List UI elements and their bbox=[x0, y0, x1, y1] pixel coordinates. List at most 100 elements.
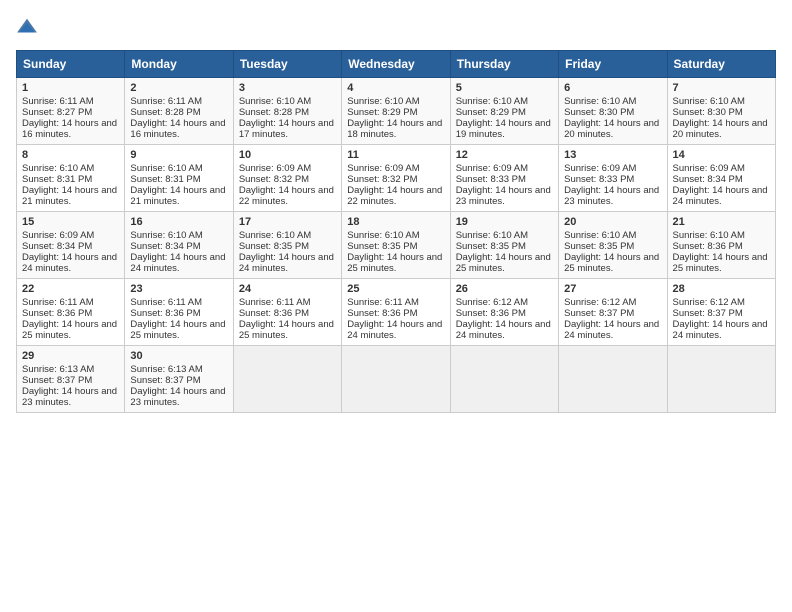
sunset: Sunset: 8:30 PM bbox=[564, 107, 634, 118]
daylight: Daylight: 14 hours and 24 minutes. bbox=[673, 185, 768, 207]
calendar-cell: 22 Sunrise: 6:11 AM Sunset: 8:36 PM Dayl… bbox=[17, 279, 125, 346]
sunset: Sunset: 8:36 PM bbox=[130, 308, 200, 319]
calendar-cell: 19 Sunrise: 6:10 AM Sunset: 8:35 PM Dayl… bbox=[450, 212, 558, 279]
sunset: Sunset: 8:32 PM bbox=[347, 174, 417, 185]
sunrise: Sunrise: 6:09 AM bbox=[456, 163, 528, 174]
calendar-cell bbox=[559, 346, 667, 413]
day-number: 18 bbox=[347, 216, 444, 228]
daylight: Daylight: 14 hours and 18 minutes. bbox=[347, 118, 442, 140]
calendar-cell: 26 Sunrise: 6:12 AM Sunset: 8:36 PM Dayl… bbox=[450, 279, 558, 346]
sunrise: Sunrise: 6:10 AM bbox=[673, 230, 745, 241]
daylight: Daylight: 14 hours and 24 minutes. bbox=[22, 252, 117, 274]
daylight: Daylight: 14 hours and 25 minutes. bbox=[347, 252, 442, 274]
daylight: Daylight: 14 hours and 23 minutes. bbox=[456, 185, 551, 207]
calendar-header-row: SundayMondayTuesdayWednesdayThursdayFrid… bbox=[17, 51, 776, 78]
calendar-cell: 16 Sunrise: 6:10 AM Sunset: 8:34 PM Dayl… bbox=[125, 212, 233, 279]
day-number: 25 bbox=[347, 283, 444, 295]
day-header-friday: Friday bbox=[559, 51, 667, 78]
sunrise: Sunrise: 6:11 AM bbox=[130, 297, 202, 308]
sunset: Sunset: 8:31 PM bbox=[130, 174, 200, 185]
day-number: 3 bbox=[239, 82, 336, 94]
sunrise: Sunrise: 6:10 AM bbox=[347, 96, 419, 107]
calendar-cell: 10 Sunrise: 6:09 AM Sunset: 8:32 PM Dayl… bbox=[233, 145, 341, 212]
day-header-saturday: Saturday bbox=[667, 51, 775, 78]
day-number: 15 bbox=[22, 216, 119, 228]
week-row-2: 8 Sunrise: 6:10 AM Sunset: 8:31 PM Dayli… bbox=[17, 145, 776, 212]
sunset: Sunset: 8:35 PM bbox=[564, 241, 634, 252]
day-number: 10 bbox=[239, 149, 336, 161]
calendar-cell: 4 Sunrise: 6:10 AM Sunset: 8:29 PM Dayli… bbox=[342, 78, 450, 145]
sunset: Sunset: 8:32 PM bbox=[239, 174, 309, 185]
week-row-4: 22 Sunrise: 6:11 AM Sunset: 8:36 PM Dayl… bbox=[17, 279, 776, 346]
calendar-cell: 11 Sunrise: 6:09 AM Sunset: 8:32 PM Dayl… bbox=[342, 145, 450, 212]
daylight: Daylight: 14 hours and 22 minutes. bbox=[347, 185, 442, 207]
sunset: Sunset: 8:34 PM bbox=[673, 174, 743, 185]
sunset: Sunset: 8:37 PM bbox=[22, 375, 92, 386]
sunset: Sunset: 8:36 PM bbox=[22, 308, 92, 319]
sunrise: Sunrise: 6:10 AM bbox=[564, 230, 636, 241]
sunset: Sunset: 8:30 PM bbox=[673, 107, 743, 118]
day-number: 17 bbox=[239, 216, 336, 228]
daylight: Daylight: 14 hours and 21 minutes. bbox=[130, 185, 225, 207]
sunset: Sunset: 8:33 PM bbox=[456, 174, 526, 185]
day-number: 1 bbox=[22, 82, 119, 94]
sunset: Sunset: 8:29 PM bbox=[347, 107, 417, 118]
calendar-cell: 14 Sunrise: 6:09 AM Sunset: 8:34 PM Dayl… bbox=[667, 145, 775, 212]
logo-icon bbox=[16, 16, 38, 38]
day-header-sunday: Sunday bbox=[17, 51, 125, 78]
sunset: Sunset: 8:35 PM bbox=[239, 241, 309, 252]
sunrise: Sunrise: 6:12 AM bbox=[673, 297, 745, 308]
sunset: Sunset: 8:36 PM bbox=[347, 308, 417, 319]
day-number: 24 bbox=[239, 283, 336, 295]
sunrise: Sunrise: 6:09 AM bbox=[239, 163, 311, 174]
calendar-cell: 1 Sunrise: 6:11 AM Sunset: 8:27 PM Dayli… bbox=[17, 78, 125, 145]
sunrise: Sunrise: 6:10 AM bbox=[22, 163, 94, 174]
calendar-cell: 18 Sunrise: 6:10 AM Sunset: 8:35 PM Dayl… bbox=[342, 212, 450, 279]
sunset: Sunset: 8:34 PM bbox=[130, 241, 200, 252]
daylight: Daylight: 14 hours and 16 minutes. bbox=[130, 118, 225, 140]
calendar-cell: 17 Sunrise: 6:10 AM Sunset: 8:35 PM Dayl… bbox=[233, 212, 341, 279]
day-number: 29 bbox=[22, 350, 119, 362]
sunset: Sunset: 8:37 PM bbox=[130, 375, 200, 386]
sunrise: Sunrise: 6:10 AM bbox=[239, 230, 311, 241]
sunset: Sunset: 8:28 PM bbox=[130, 107, 200, 118]
day-number: 2 bbox=[130, 82, 227, 94]
calendar-cell: 21 Sunrise: 6:10 AM Sunset: 8:36 PM Dayl… bbox=[667, 212, 775, 279]
daylight: Daylight: 14 hours and 24 minutes. bbox=[347, 319, 442, 341]
daylight: Daylight: 14 hours and 24 minutes. bbox=[456, 319, 551, 341]
sunrise: Sunrise: 6:10 AM bbox=[673, 96, 745, 107]
sunset: Sunset: 8:35 PM bbox=[456, 241, 526, 252]
daylight: Daylight: 14 hours and 25 minutes. bbox=[239, 319, 334, 341]
daylight: Daylight: 14 hours and 19 minutes. bbox=[456, 118, 551, 140]
daylight: Daylight: 14 hours and 25 minutes. bbox=[130, 319, 225, 341]
week-row-1: 1 Sunrise: 6:11 AM Sunset: 8:27 PM Dayli… bbox=[17, 78, 776, 145]
sunrise: Sunrise: 6:12 AM bbox=[564, 297, 636, 308]
day-number: 7 bbox=[673, 82, 770, 94]
day-number: 13 bbox=[564, 149, 661, 161]
sunset: Sunset: 8:37 PM bbox=[673, 308, 743, 319]
daylight: Daylight: 14 hours and 20 minutes. bbox=[673, 118, 768, 140]
day-header-tuesday: Tuesday bbox=[233, 51, 341, 78]
sunset: Sunset: 8:37 PM bbox=[564, 308, 634, 319]
sunset: Sunset: 8:28 PM bbox=[239, 107, 309, 118]
calendar-cell: 30 Sunrise: 6:13 AM Sunset: 8:37 PM Dayl… bbox=[125, 346, 233, 413]
day-number: 21 bbox=[673, 216, 770, 228]
day-number: 28 bbox=[673, 283, 770, 295]
day-number: 27 bbox=[564, 283, 661, 295]
daylight: Daylight: 14 hours and 25 minutes. bbox=[673, 252, 768, 274]
calendar-cell: 8 Sunrise: 6:10 AM Sunset: 8:31 PM Dayli… bbox=[17, 145, 125, 212]
week-row-3: 15 Sunrise: 6:09 AM Sunset: 8:34 PM Dayl… bbox=[17, 212, 776, 279]
sunrise: Sunrise: 6:12 AM bbox=[456, 297, 528, 308]
daylight: Daylight: 14 hours and 23 minutes. bbox=[564, 185, 659, 207]
daylight: Daylight: 14 hours and 22 minutes. bbox=[239, 185, 334, 207]
calendar-cell: 29 Sunrise: 6:13 AM Sunset: 8:37 PM Dayl… bbox=[17, 346, 125, 413]
day-number: 26 bbox=[456, 283, 553, 295]
day-number: 12 bbox=[456, 149, 553, 161]
day-number: 8 bbox=[22, 149, 119, 161]
sunrise: Sunrise: 6:10 AM bbox=[130, 230, 202, 241]
calendar-cell: 6 Sunrise: 6:10 AM Sunset: 8:30 PM Dayli… bbox=[559, 78, 667, 145]
daylight: Daylight: 14 hours and 24 minutes. bbox=[673, 319, 768, 341]
sunset: Sunset: 8:33 PM bbox=[564, 174, 634, 185]
daylight: Daylight: 14 hours and 24 minutes. bbox=[239, 252, 334, 274]
calendar-cell: 25 Sunrise: 6:11 AM Sunset: 8:36 PM Dayl… bbox=[342, 279, 450, 346]
